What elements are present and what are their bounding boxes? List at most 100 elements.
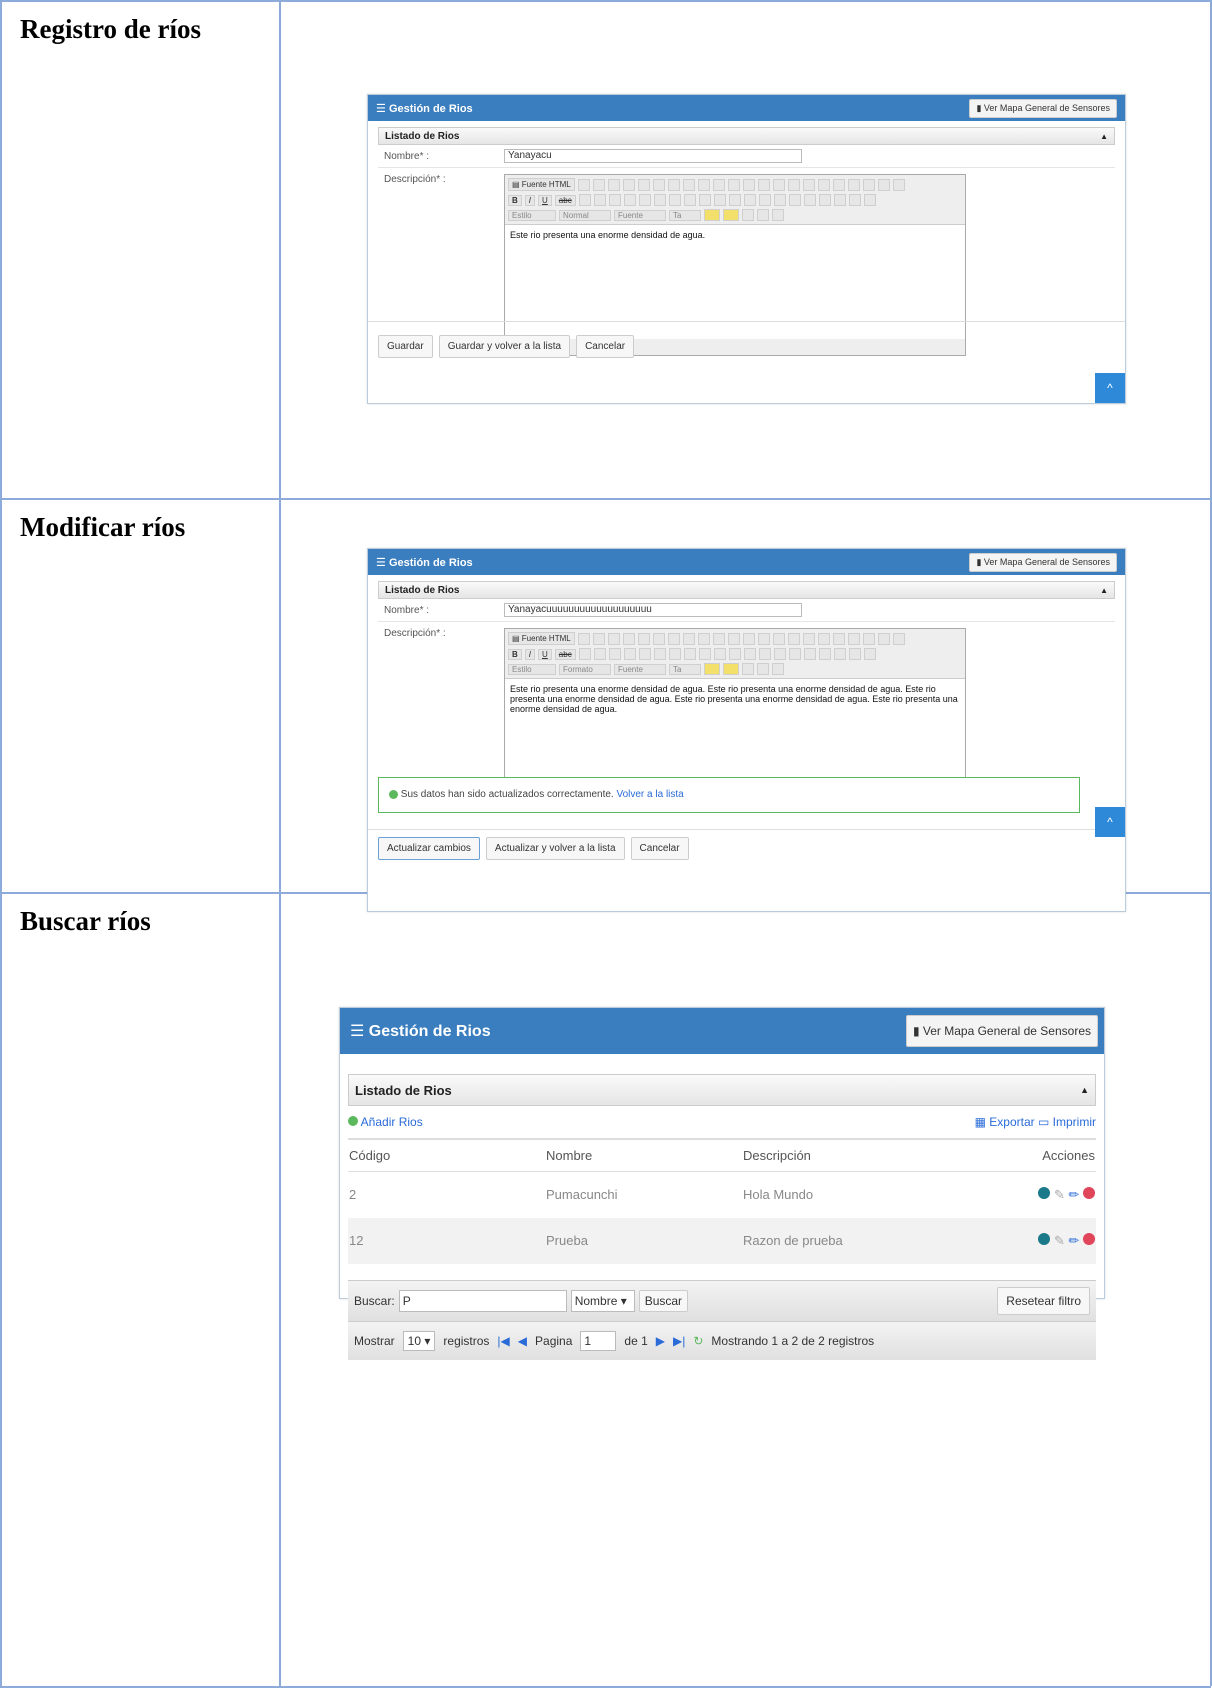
page-input[interactable]: 1 (580, 1330, 617, 1351)
col-nombre[interactable]: Nombre (545, 1139, 742, 1172)
align-left-icon[interactable] (683, 648, 696, 660)
save-icon[interactable] (577, 178, 590, 191)
bg-color-icon[interactable] (723, 209, 739, 221)
view-icon[interactable] (1038, 1232, 1051, 1245)
spellcheck-icon[interactable] (772, 632, 785, 645)
justify-icon[interactable] (728, 194, 741, 206)
template-icon[interactable] (637, 178, 650, 191)
image-button-icon[interactable] (892, 178, 905, 191)
prev-page-icon[interactable]: ◀ (518, 1334, 527, 1348)
section-bar[interactable]: Listado de Rios ▲ (378, 127, 1115, 145)
cut-icon[interactable] (652, 632, 665, 645)
image-icon[interactable] (788, 648, 801, 660)
table-row[interactable]: 2 Pumacunchi Hola Mundo ✎ ✏ (348, 1172, 1096, 1218)
size-select[interactable]: Ta (669, 663, 701, 675)
superscript-icon[interactable] (593, 194, 606, 206)
unlink-icon[interactable] (758, 194, 771, 206)
strike-icon[interactable]: abc (554, 194, 576, 206)
special-char-icon[interactable] (863, 194, 876, 206)
align-center-icon[interactable] (698, 194, 711, 206)
scroll-top-button[interactable]: ^ (1095, 807, 1125, 837)
underline-icon[interactable]: U (538, 194, 552, 206)
undo-icon[interactable] (697, 178, 710, 191)
add-rios-button[interactable]: Añadir Rios (348, 1115, 423, 1129)
numbered-list-icon[interactable] (608, 194, 621, 206)
show-blocks-icon[interactable] (757, 663, 769, 675)
source-button[interactable]: ▤ Fuente HTML (508, 632, 575, 645)
align-right-icon[interactable] (713, 648, 726, 660)
back-to-list-link[interactable]: Volver a la lista (616, 789, 683, 800)
bg-color-icon[interactable] (723, 663, 739, 675)
copy-icon[interactable] (667, 178, 680, 191)
help-icon[interactable] (772, 663, 784, 675)
search-button[interactable]: Buscar (638, 1289, 689, 1312)
redo-icon[interactable] (712, 178, 725, 191)
map-button[interactable]: ▮ Ver Mapa General de Sensores (969, 98, 1117, 118)
search-input[interactable]: P (398, 1289, 567, 1312)
print-icon[interactable] (622, 632, 635, 645)
print-button[interactable]: ▭ Imprimir (1038, 1115, 1096, 1129)
justify-icon[interactable] (728, 648, 741, 660)
smiley-icon[interactable] (848, 648, 861, 660)
textfield-icon[interactable] (832, 632, 845, 645)
preview-icon[interactable] (607, 178, 620, 191)
textarea-icon[interactable] (847, 632, 860, 645)
name-input[interactable]: Yanayacuuuuuuuuuuuuuuuuuuu (504, 603, 802, 617)
last-page-icon[interactable]: ▶| (673, 1334, 685, 1348)
italic-icon[interactable]: I (524, 194, 536, 206)
style-select[interactable]: Estilo (508, 209, 556, 221)
delete-icon[interactable] (1083, 1186, 1095, 1199)
update-return-button[interactable]: Actualizar y volver a la lista (485, 837, 625, 860)
image-button-icon[interactable] (892, 632, 905, 645)
indent-icon[interactable] (653, 648, 666, 660)
reset-filter-button[interactable]: Resetear filtro (997, 1286, 1090, 1315)
size-select[interactable]: Ta (669, 209, 701, 221)
select-icon[interactable] (862, 632, 875, 645)
edit-icon[interactable]: ✏ (1068, 1233, 1079, 1248)
link-icon[interactable] (743, 194, 756, 206)
first-page-icon[interactable]: |◀ (497, 1334, 509, 1348)
align-right-icon[interactable] (713, 194, 726, 206)
map-button[interactable]: ▮ Ver Mapa General de Sensores (969, 552, 1117, 572)
smiley-icon[interactable] (848, 194, 861, 206)
subscript-icon[interactable] (578, 648, 591, 660)
select-all-icon[interactable] (757, 632, 770, 645)
table-icon[interactable] (818, 648, 831, 660)
form-icon[interactable] (787, 178, 800, 191)
search-icon[interactable]: ✎ (1054, 1233, 1065, 1248)
redo-icon[interactable] (712, 632, 725, 645)
name-input[interactable]: Yanayacu (504, 149, 802, 163)
search-icon[interactable]: ✎ (1054, 1187, 1065, 1202)
flash-icon[interactable] (803, 194, 816, 206)
checkbox-icon[interactable] (802, 178, 815, 191)
text-color-icon[interactable] (704, 663, 720, 675)
section-bar[interactable]: Listado de Rios ▲ (378, 581, 1115, 599)
replace-icon[interactable] (742, 632, 755, 645)
hline-icon[interactable] (833, 648, 846, 660)
maximize-icon[interactable] (742, 663, 754, 675)
save-return-button[interactable]: Guardar y volver a la lista (438, 335, 571, 358)
template-icon[interactable] (637, 632, 650, 645)
new-page-icon[interactable] (592, 632, 605, 645)
anchor-icon[interactable] (773, 648, 786, 660)
bold-icon[interactable]: B (508, 194, 522, 206)
export-button[interactable]: ▦ Exportar (975, 1115, 1035, 1129)
collapse-icon[interactable]: ▲ (1100, 132, 1108, 141)
bullet-list-icon[interactable] (623, 648, 636, 660)
style-select[interactable]: Estilo (508, 663, 556, 675)
button-icon[interactable] (877, 632, 890, 645)
source-button[interactable]: ▤ Fuente HTML (508, 178, 575, 191)
replace-icon[interactable] (742, 178, 755, 191)
collapse-icon[interactable]: ▲ (1080, 1085, 1089, 1095)
copy-icon[interactable] (667, 632, 680, 645)
radio-icon[interactable] (817, 632, 830, 645)
map-button[interactable]: ▮ Ver Mapa General de Sensores (905, 1015, 1098, 1047)
quote-icon[interactable] (668, 194, 681, 206)
format-select[interactable]: Formato (559, 663, 611, 675)
col-descripcion[interactable]: Descripción (742, 1139, 939, 1172)
flash-icon[interactable] (803, 648, 816, 660)
subscript-icon[interactable] (578, 194, 591, 206)
superscript-icon[interactable] (593, 648, 606, 660)
cut-icon[interactable] (652, 178, 665, 191)
align-center-icon[interactable] (698, 648, 711, 660)
